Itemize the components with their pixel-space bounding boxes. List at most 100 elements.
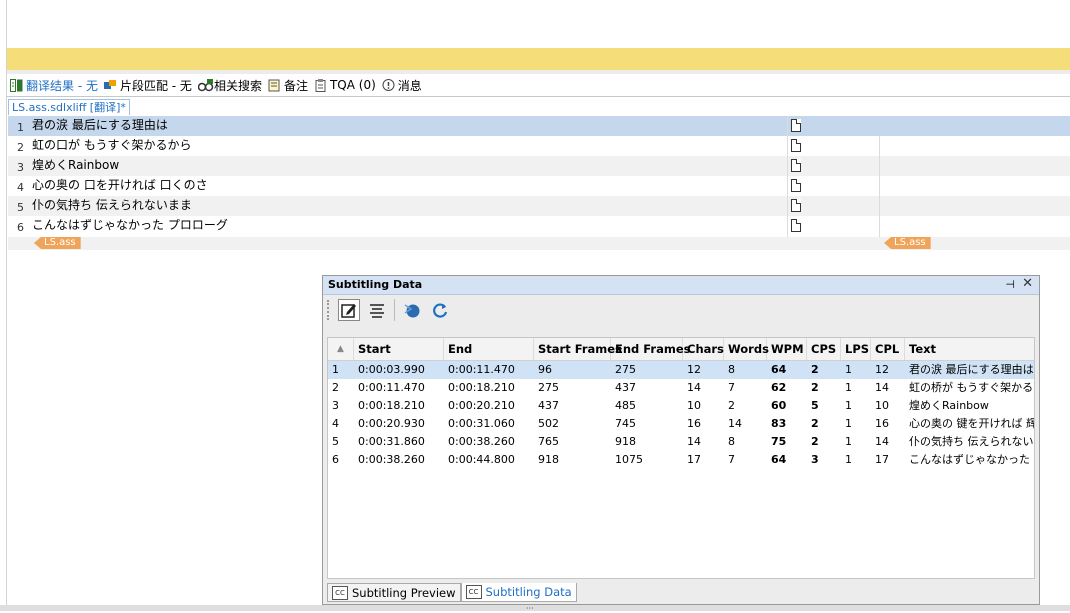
table-row[interactable]: 1 0:00:03.990 0:00:11.470 96 275 12 8 64 2 1 12 君の涙… — [328, 361, 1034, 379]
table-row[interactable]: 4 0:00:20.930 0:00:31.060 502 745 16 14 83 2 1 16 心… — [328, 415, 1034, 433]
chars-cell[interactable]: 14 — [683, 433, 724, 451]
words-cell[interactable]: 8 — [724, 361, 767, 379]
sort-indicator-icon[interactable]: ▲ — [328, 338, 354, 360]
wpm-cell[interactable]: 62 — [767, 379, 807, 397]
wpm-cell[interactable]: 83 — [767, 415, 807, 433]
segment-row[interactable]: 5 仆の気持ち 伝えられないまま — [8, 196, 1070, 216]
tab-translation-results[interactable]: 翻译结果 - 无 — [8, 75, 102, 95]
column-header-end-frames[interactable]: End Frames — [611, 338, 690, 360]
column-header-start[interactable]: Start — [354, 338, 444, 360]
words-cell[interactable]: 2 — [724, 397, 767, 415]
table-row[interactable]: 3 0:00:18.210 0:00:20.210 437 485 10 2 60 5 1 10 煌め… — [328, 397, 1034, 415]
wpm-cell[interactable]: 64 — [767, 451, 807, 469]
row-index[interactable]: 2 — [328, 379, 354, 397]
start-cell[interactable]: 0:00:18.210 — [354, 397, 444, 415]
column-header-cpl[interactable]: CPL — [871, 338, 905, 360]
refresh-button[interactable] — [429, 299, 451, 321]
start-cell[interactable]: 0:00:31.860 — [354, 433, 444, 451]
column-header-lps[interactable]: LPS — [841, 338, 871, 360]
table-row[interactable]: 2 0:00:11.470 0:00:18.210 275 437 14 7 62 2 1 14 虹の… — [328, 379, 1034, 397]
row-index[interactable]: 4 — [328, 415, 354, 433]
toolbar-grip[interactable] — [327, 300, 332, 320]
text-cell[interactable]: 虹の桥が もうすぐ架かるから — [905, 379, 1034, 397]
lps-cell[interactable]: 1 — [841, 397, 871, 415]
cps-cell[interactable]: 3 — [807, 451, 841, 469]
splitter-grip[interactable]: ··· — [526, 604, 534, 613]
words-cell[interactable]: 7 — [724, 379, 767, 397]
start-frames-cell[interactable]: 437 — [534, 397, 611, 415]
column-header-end[interactable]: End — [444, 338, 534, 360]
end-cell[interactable]: 0:00:18.210 — [444, 379, 534, 397]
cps-cell[interactable]: 2 — [807, 361, 841, 379]
text-cell[interactable]: こんなはずじゃなかった プロローグ — [905, 451, 1034, 469]
tab-subtitling-preview[interactable]: CC Subtitling Preview — [327, 583, 461, 602]
start-cell[interactable]: 0:00:11.470 — [354, 379, 444, 397]
end-frames-cell[interactable]: 437 — [611, 379, 683, 397]
end-cell[interactable]: 0:00:44.800 — [444, 451, 534, 469]
end-frames-cell[interactable]: 1075 — [611, 451, 683, 469]
words-cell[interactable]: 8 — [724, 433, 767, 451]
segment-source-text[interactable]: 君の涙 最后にする理由は — [32, 116, 168, 133]
row-index[interactable]: 1 — [328, 361, 354, 379]
chars-cell[interactable]: 14 — [683, 379, 724, 397]
cps-cell[interactable]: 2 — [807, 379, 841, 397]
segment-source-text[interactable]: こんなはずじゃなかった プロローグ — [32, 216, 228, 233]
start-frames-cell[interactable]: 275 — [534, 379, 611, 397]
segment-row[interactable]: 4 心の奥の 口を开ければ 口くのさ — [8, 176, 1070, 196]
end-frames-cell[interactable]: 918 — [611, 433, 683, 451]
column-header-start-frames[interactable]: Start Frames — [534, 338, 622, 360]
document-tab[interactable]: LS.ass.sdlxliff [翻译]* — [8, 99, 130, 115]
text-cell[interactable]: 君の涙 最后にする理由は — [905, 361, 1034, 379]
column-header-chars[interactable]: Chars — [683, 338, 724, 360]
words-cell[interactable]: 14 — [724, 415, 767, 433]
segment-row[interactable]: 1 君の涙 最后にする理由は — [8, 116, 1070, 136]
edit-mode-button[interactable] — [338, 299, 360, 321]
start-cell[interactable]: 0:00:03.990 — [354, 361, 444, 379]
tab-comments[interactable]: 备注 — [266, 75, 312, 95]
tab-subtitling-data[interactable]: CC Subtitling Data — [460, 583, 577, 602]
start-cell[interactable]: 0:00:38.260 — [354, 451, 444, 469]
start-frames-cell[interactable]: 765 — [534, 433, 611, 451]
text-cell[interactable]: 仆の気持ち 伝えられないまま — [905, 433, 1034, 451]
end-cell[interactable]: 0:00:31.060 — [444, 415, 534, 433]
text-cell[interactable]: 心の奥の 键を开ければ 辉くのさ — [905, 415, 1034, 433]
table-row[interactable]: 6 0:00:38.260 0:00:44.800 918 1075 17 7 64 3 1 17 こ… — [328, 451, 1034, 469]
segment-source-text[interactable]: 心の奥の 口を开ければ 口くのさ — [32, 176, 208, 193]
column-header-text[interactable]: Text — [905, 338, 1034, 360]
end-cell[interactable]: 0:00:11.470 — [444, 361, 534, 379]
lps-cell[interactable]: 1 — [841, 451, 871, 469]
close-icon[interactable]: ✕ — [1022, 276, 1033, 291]
segment-row[interactable]: 6 こんなはずじゃなかった プロローグ — [8, 216, 1070, 236]
cpl-cell[interactable]: 16 — [871, 415, 905, 433]
start-cell[interactable]: 0:00:20.930 — [354, 415, 444, 433]
lps-cell[interactable]: 1 — [841, 433, 871, 451]
text-cell[interactable]: 煌めくRainbow — [905, 397, 1034, 415]
cps-cell[interactable]: 2 — [807, 415, 841, 433]
chars-cell[interactable]: 16 — [683, 415, 724, 433]
end-cell[interactable]: 0:00:38.260 — [444, 433, 534, 451]
cpl-cell[interactable]: 10 — [871, 397, 905, 415]
start-frames-cell[interactable]: 502 — [534, 415, 611, 433]
cpl-cell[interactable]: 14 — [871, 379, 905, 397]
column-header-words[interactable]: Words — [724, 338, 769, 360]
tab-concordance-search[interactable]: 相关搜索 — [196, 75, 266, 95]
lps-cell[interactable]: 1 — [841, 361, 871, 379]
segment-row[interactable]: 3 煌めくRainbow — [8, 156, 1070, 176]
end-frames-cell[interactable]: 745 — [611, 415, 683, 433]
cpl-cell[interactable]: 17 — [871, 451, 905, 469]
end-cell[interactable]: 0:00:20.210 — [444, 397, 534, 415]
cpl-cell[interactable]: 14 — [871, 433, 905, 451]
segment-row[interactable]: 2 虹の口が もうすぐ架かるから — [8, 136, 1070, 156]
segment-source-text[interactable]: 仆の気持ち 伝えられないまま — [32, 196, 192, 213]
end-frames-cell[interactable]: 275 — [611, 361, 683, 379]
chars-cell[interactable]: 12 — [683, 361, 724, 379]
cpl-cell[interactable]: 12 — [871, 361, 905, 379]
pin-icon[interactable]: ⊣ — [1005, 278, 1015, 291]
row-index[interactable]: 3 — [328, 397, 354, 415]
tab-tqa[interactable]: TQA (0) — [312, 75, 380, 95]
lps-cell[interactable]: 1 — [841, 415, 871, 433]
align-text-button[interactable] — [366, 299, 388, 321]
cps-cell[interactable]: 5 — [807, 397, 841, 415]
tab-fragment-match[interactable]: 片段匹配 - 无 — [102, 75, 196, 95]
panel-title-bar[interactable]: Subtitling Data ⊣ ✕ — [323, 276, 1039, 295]
